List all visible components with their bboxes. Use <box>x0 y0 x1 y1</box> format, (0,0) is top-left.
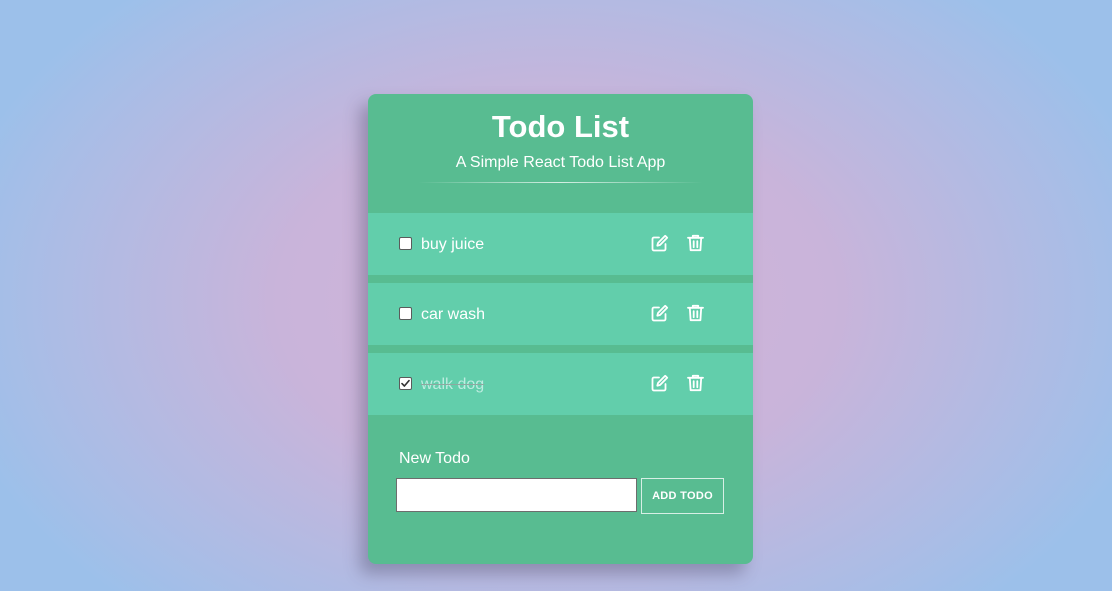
todo-text: car wash <box>421 306 486 323</box>
todo-checkbox-checked[interactable] <box>399 377 412 390</box>
todo-item: walk dog <box>368 353 753 415</box>
edit-icon[interactable] <box>651 304 669 322</box>
divider <box>418 182 703 183</box>
todo-checkbox[interactable] <box>399 237 412 250</box>
header: Todo List A Simple React Todo List App <box>368 94 753 212</box>
todo-item: buy juice <box>368 213 753 275</box>
todo-checkbox[interactable] <box>399 307 412 320</box>
todo-item: car wash <box>368 283 753 345</box>
todo-text: buy juice <box>421 236 485 253</box>
trash-icon[interactable] <box>687 304 704 322</box>
todo-card: Todo List A Simple React Todo List App b… <box>368 94 753 564</box>
page-title: Todo List <box>491 109 630 144</box>
new-todo-label: New Todo <box>399 450 470 467</box>
page-subtitle: A Simple React Todo List App <box>455 154 666 171</box>
new-todo-input[interactable] <box>396 478 637 512</box>
todo-text: walk dog <box>421 376 485 393</box>
trash-icon[interactable] <box>687 234 704 252</box>
edit-icon[interactable] <box>651 234 669 252</box>
trash-icon[interactable] <box>687 374 704 392</box>
add-todo-button[interactable]: ADD TODO <box>641 478 724 514</box>
edit-icon[interactable] <box>651 374 669 392</box>
